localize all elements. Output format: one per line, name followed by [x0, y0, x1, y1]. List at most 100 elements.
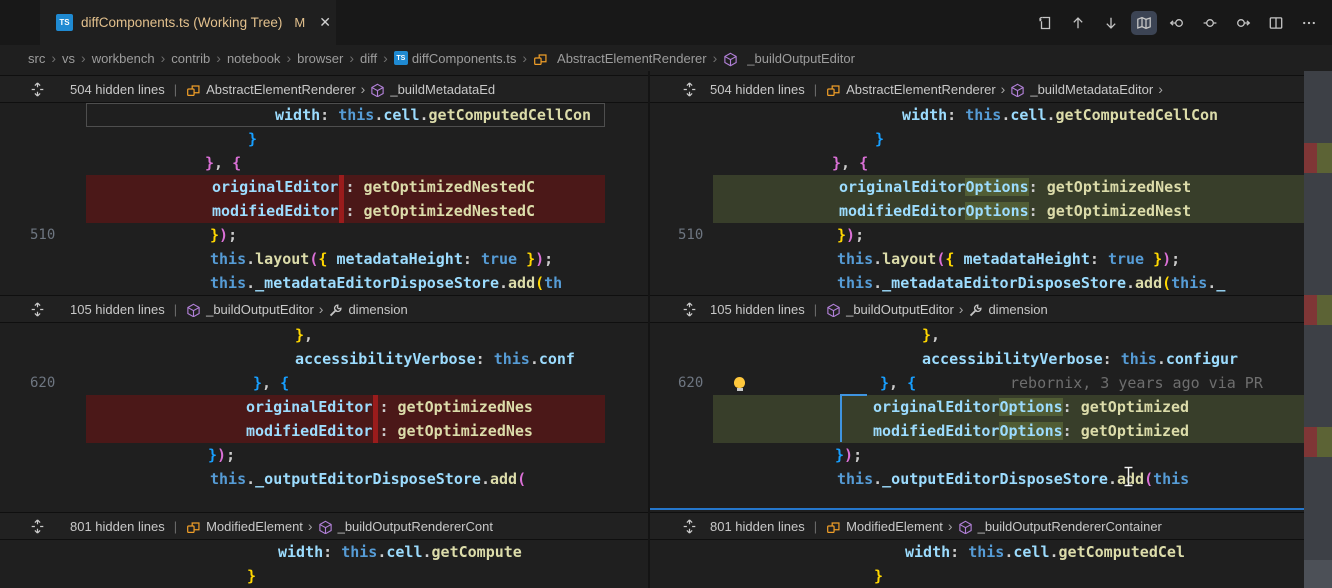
lightbulb-icon[interactable] [734, 377, 745, 388]
open-changes-left-icon[interactable] [1164, 11, 1190, 35]
symbol-name[interactable]: _buildOutputEditor [846, 302, 954, 317]
tab-bar: TS diffComponents.ts (Working Tree) M ✕ [0, 0, 1332, 45]
code-text: originalEditor: getOptimizedNestedC [212, 175, 535, 199]
code-line[interactable]: originalEditorOptions: getOptimizedNest [650, 175, 1304, 199]
previous-change-icon[interactable] [1065, 11, 1091, 35]
separator: | [814, 302, 817, 317]
class-icon [826, 520, 841, 535]
code-line[interactable]: modifiedEditor: getOptimizedNestedC [0, 199, 605, 223]
hidden-lines-header[interactable]: 105 hidden lines|_buildOutputEditor›dime… [0, 295, 648, 323]
code-line[interactable]: width: this.cell.getComputedCellCon [0, 103, 605, 127]
code-line[interactable]: 510}); [0, 223, 605, 247]
breadcrumb-item[interactable]: diff [360, 51, 377, 66]
symbol-name[interactable]: _buildMetadataEd [390, 82, 495, 97]
breadcrumb-item[interactable]: src [28, 51, 45, 66]
open-changes-center-icon[interactable] [1197, 11, 1223, 35]
code-line[interactable]: originalEditor: getOptimizedNes [0, 395, 605, 419]
deleted-marker [1304, 143, 1317, 173]
breadcrumb-item[interactable]: TSdiffComponents.ts [394, 51, 517, 66]
breadcrumb-item[interactable]: workbench [92, 51, 155, 66]
bracket-pair-guide-tick [840, 394, 867, 396]
code-line[interactable]: 510}); [650, 223, 1304, 247]
breadcrumb-item[interactable]: AbstractElementRenderer [533, 51, 707, 66]
code-line[interactable]: } [0, 564, 605, 588]
code-line[interactable]: accessibilityVerbose: this.configur [650, 347, 1304, 371]
hidden-lines-header[interactable]: 105 hidden lines|_buildOutputEditor›dime… [650, 295, 1304, 323]
map-icon[interactable] [1131, 11, 1157, 35]
code-text: }); [835, 443, 862, 467]
unfold-icon[interactable] [682, 82, 697, 97]
deleted-char-marker [339, 199, 344, 223]
breadcrumb-item[interactable]: browser [297, 51, 343, 66]
code-line[interactable]: 620}, {rebornix, 3 years ago via PR [650, 371, 1304, 395]
code-line[interactable]: } [0, 127, 605, 151]
symbol-name[interactable]: ModifiedElement [846, 519, 943, 534]
open-changes-right-icon[interactable] [1230, 11, 1256, 35]
code-line[interactable]: width: this.cell.getCompute [0, 540, 605, 564]
git-blame-annotation: rebornix, 3 years ago via PR [1010, 371, 1263, 395]
code-line[interactable]: this._outputEditorDisposeStore.add( [0, 467, 605, 491]
code-line[interactable]: width: this.cell.getComputedCel [650, 540, 1304, 564]
code-line[interactable]: }); [650, 443, 1304, 467]
symbol-name[interactable]: ModifiedElement [206, 519, 303, 534]
hidden-lines-header[interactable]: 504 hidden lines|AbstractElementRenderer… [0, 75, 648, 103]
tab-label: diffComponents.ts (Working Tree) [81, 15, 282, 30]
unfold-icon[interactable] [30, 82, 45, 97]
overview-ruler[interactable] [1304, 71, 1332, 588]
symbol-name[interactable]: _buildOutputEditor [206, 302, 314, 317]
hidden-lines-header[interactable]: 801 hidden lines|ModifiedElement›_buildO… [0, 512, 648, 540]
symbol-name[interactable]: AbstractElementRenderer [846, 82, 996, 97]
code-line[interactable]: }, { [0, 151, 605, 175]
close-icon[interactable]: ✕ [319, 14, 331, 31]
code-line[interactable]: this._metadataEditorDisposeStore.add(th [0, 271, 605, 295]
code-text: originalEditorOptions: getOptimizedNest [839, 175, 1191, 199]
ruler-slider[interactable] [1304, 560, 1332, 588]
next-change-icon[interactable] [1098, 11, 1124, 35]
hidden-lines-header[interactable]: 504 hidden lines|AbstractElementRenderer… [650, 75, 1304, 103]
method-icon [370, 83, 385, 98]
split-editor-icon[interactable] [1263, 11, 1289, 35]
editor-tab[interactable]: TS diffComponents.ts (Working Tree) M ✕ [40, 0, 336, 45]
open-file-icon[interactable] [1032, 11, 1058, 35]
code-line[interactable]: }, { [650, 151, 1304, 175]
code-line[interactable]: originalEditorOptions: getOptimized [650, 395, 1304, 419]
deleted-char-marker [373, 419, 378, 443]
code-line[interactable]: width: this.cell.getComputedCellCon [650, 103, 1304, 127]
code-line[interactable]: modifiedEditorOptions: getOptimizedNest [650, 199, 1304, 223]
unfold-icon[interactable] [30, 302, 45, 317]
code-line[interactable]: modifiedEditor: getOptimizedNes [0, 419, 605, 443]
code-line[interactable]: 620}, { [0, 371, 605, 395]
code-line[interactable]: }, [0, 323, 605, 347]
breadcrumb-separator-icon: › [286, 50, 291, 66]
code-line[interactable]: originalEditor: getOptimizedNestedC [0, 175, 605, 199]
breadcrumb-item[interactable]: contrib [171, 51, 210, 66]
code-line[interactable]: }); [0, 443, 605, 467]
hidden-lines-header[interactable]: 801 hidden lines|ModifiedElement›_buildO… [650, 512, 1304, 540]
breadcrumb-item[interactable]: _buildOutputEditor [723, 51, 855, 66]
unfold-icon[interactable] [30, 519, 45, 534]
code-line[interactable]: } [650, 127, 1304, 151]
code-line[interactable]: this._metadataEditorDisposeStore.add(thi… [650, 271, 1304, 295]
symbol-name[interactable]: _buildOutputRendererCont [338, 519, 493, 534]
code-line[interactable]: this._outputEditorDisposeStore.add(this [650, 467, 1304, 491]
hidden-lines-count: 105 hidden lines [710, 302, 805, 317]
symbol-name[interactable]: _buildMetadataEditor [1030, 82, 1153, 97]
breadcrumb-item[interactable]: notebook [227, 51, 281, 66]
symbol-name[interactable]: dimension [988, 302, 1047, 317]
breadcrumb-item[interactable]: vs [62, 51, 75, 66]
unfold-icon[interactable] [682, 519, 697, 534]
code-line[interactable]: accessibilityVerbose: this.conf [0, 347, 605, 371]
symbol-name[interactable]: AbstractElementRenderer [206, 82, 356, 97]
code-line[interactable]: modifiedEditorOptions: getOptimized [650, 419, 1304, 443]
code-line[interactable]: }, [650, 323, 1304, 347]
more-actions-icon[interactable] [1296, 11, 1322, 35]
symbol-name[interactable]: _buildOutputRendererContainer [978, 519, 1162, 534]
unfold-icon[interactable] [682, 302, 697, 317]
code-line[interactable]: } [650, 564, 1304, 588]
code-text: accessibilityVerbose: this.configur [922, 347, 1238, 371]
code-line[interactable]: this.layout({ metadataHeight: true }); [0, 247, 605, 271]
symbol-name[interactable]: dimension [348, 302, 407, 317]
separator: | [174, 302, 177, 317]
code-text: accessibilityVerbose: this.conf [295, 347, 575, 371]
code-line[interactable]: this.layout({ metadataHeight: true }); [650, 247, 1304, 271]
